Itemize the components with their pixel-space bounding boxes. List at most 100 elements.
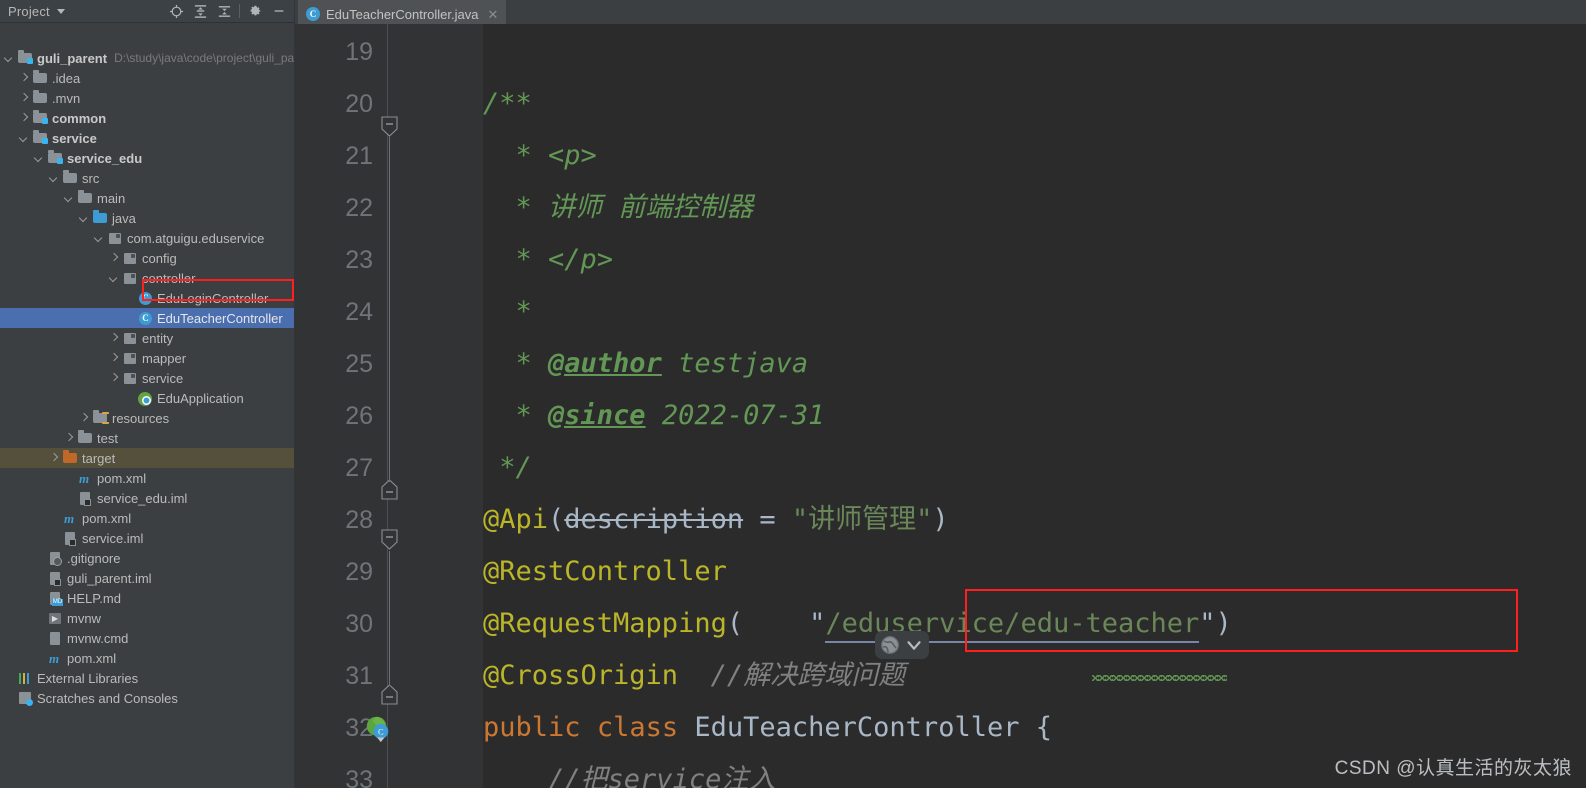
code-line-30[interactable]: @RequestMapping("/eduservice/edu-teacher… xyxy=(483,598,1232,650)
tree-node-label: entity xyxy=(142,330,174,346)
tab-label: EduTeacherController.java xyxy=(326,6,479,22)
tree-node-config[interactable]: config xyxy=(0,248,295,268)
web-url-inlay-hint[interactable] xyxy=(875,631,929,659)
tree-node-label: HELP.md xyxy=(67,590,121,606)
fold-marker-start[interactable] xyxy=(381,529,398,550)
tree-node-common[interactable]: common xyxy=(0,108,295,128)
expand-all-icon[interactable] xyxy=(188,0,212,22)
chevron-down-icon[interactable] xyxy=(19,133,30,144)
tree-node-gitignore[interactable]: .gitignore xyxy=(0,548,295,568)
code-token: 讲师 前端控制器 xyxy=(548,192,754,223)
fold-marker-end[interactable] xyxy=(381,479,398,500)
code-line-20[interactable]: /** xyxy=(483,78,532,130)
tree-node-resources[interactable]: resources xyxy=(0,408,295,428)
tree-node-guli-parent-iml[interactable]: guli_parent.iml xyxy=(0,568,295,588)
code-line-22[interactable]: * 讲师 前端控制器 xyxy=(483,182,754,234)
code-token: = xyxy=(743,504,792,535)
tree-node-edulogincontroller[interactable]: C EduLoginController xyxy=(0,288,295,308)
gutter-divider xyxy=(387,24,388,788)
chevron-right-icon[interactable] xyxy=(79,413,90,424)
project-tree[interactable]: guli_parent D:\study\java\code\project\gu… xyxy=(0,23,295,706)
chevron-down-icon[interactable] xyxy=(79,213,90,224)
tree-node-pom-xml[interactable]: m pom.xml xyxy=(0,648,295,668)
tree-node-test[interactable]: test xyxy=(0,428,295,448)
tree-node-mvnw-cmd[interactable]: mvnw.cmd xyxy=(0,628,295,648)
code-token: testjava xyxy=(661,348,809,379)
chevron-down-icon[interactable] xyxy=(49,173,60,184)
code-token: * xyxy=(515,348,549,379)
chevron-right-icon[interactable] xyxy=(109,333,120,344)
tree-node-eduapplication[interactable]: EduApplication xyxy=(0,388,295,408)
tree-node-external-libraries[interactable]: External Libraries xyxy=(0,668,295,688)
close-icon[interactable]: ✕ xyxy=(487,8,498,21)
hide-tool-window-icon[interactable] xyxy=(267,0,291,22)
code-line-23[interactable]: * </p> xyxy=(483,234,614,286)
tree-node-java[interactable]: java xyxy=(0,208,295,228)
line-number: 25 xyxy=(345,350,373,378)
code-line-24[interactable]: * xyxy=(483,286,532,338)
chevron-right-icon[interactable] xyxy=(49,453,60,464)
tree-node-service-edu-iml[interactable]: service_edu.iml xyxy=(0,488,295,508)
tree-node-pom-xml[interactable]: m pom.xml xyxy=(0,508,295,528)
tree-node-target[interactable]: target xyxy=(0,448,295,468)
tree-node-controller[interactable]: controller xyxy=(0,268,295,288)
settings-gear-icon[interactable] xyxy=(243,0,267,22)
code-token: //解决跨域问题 xyxy=(678,660,906,691)
tree-node-help-md[interactable]: HELP.md xyxy=(0,588,295,608)
tree-node-service-iml[interactable]: service.iml xyxy=(0,528,295,548)
chevron-right-icon[interactable] xyxy=(109,373,120,384)
code-folding-strip[interactable] xyxy=(387,24,483,788)
code-line-29[interactable]: @RestController xyxy=(483,546,727,598)
code-line-28[interactable]: @Api(description = "讲师管理") xyxy=(483,494,949,546)
chevron-right-icon[interactable] xyxy=(64,433,75,444)
chevron-right-icon[interactable] xyxy=(19,93,30,104)
code-line-32[interactable]: public class EduTeacherController { xyxy=(483,702,1052,754)
inspection-squiggle xyxy=(1092,675,1227,681)
select-opened-file-icon[interactable] xyxy=(164,0,188,22)
code-line-31[interactable]: @CrossOrigin //解决跨域问题 xyxy=(483,650,905,702)
tree-node-service[interactable]: service xyxy=(0,368,295,388)
chevron-down-icon[interactable] xyxy=(56,8,65,14)
tree-node-guli-parent[interactable]: guli_parent D:\study\java\code\project\gu… xyxy=(0,48,295,68)
chevron-right-icon[interactable] xyxy=(19,73,30,84)
chevron-down-icon[interactable] xyxy=(34,153,45,164)
project-panel-title[interactable]: Project xyxy=(8,4,50,19)
code-line-27[interactable]: */ xyxy=(483,442,532,494)
code-line-33[interactable]: //把service注入 xyxy=(483,754,775,788)
tree-node-scratches-and-consoles[interactable]: Scratches and Consoles xyxy=(0,688,295,708)
tree-node-com-atguigu-eduservice[interactable]: com.atguigu.eduservice xyxy=(0,228,295,248)
code-line-25[interactable]: * @author testjava xyxy=(483,338,809,390)
chevron-down-icon[interactable] xyxy=(64,193,75,204)
code-editor[interactable]: 19 20 21 22 23 24 25 26 27 28 29 30 31 32 33 /** * <p>… xyxy=(295,24,1586,788)
tree-node-mvn[interactable]: .mvn xyxy=(0,88,295,108)
code-line-21[interactable]: * <p> xyxy=(483,130,597,182)
tree-node-main[interactable]: main xyxy=(0,188,295,208)
tree-node-idea[interactable]: .idea xyxy=(0,68,295,88)
tree-node-mvnw[interactable]: ▶ mvnw xyxy=(0,608,295,628)
chevron-right-icon[interactable] xyxy=(19,113,30,124)
tree-node-eduteachercontroller[interactable]: C EduTeacherController xyxy=(0,308,295,328)
tree-node-entity[interactable]: entity xyxy=(0,328,295,348)
tree-node-pom-xml[interactable]: m pom.xml xyxy=(0,468,295,488)
fold-marker-end[interactable] xyxy=(381,684,398,705)
chevron-right-icon[interactable] xyxy=(109,253,120,264)
chevron-down-icon[interactable] xyxy=(4,53,15,64)
code-line-26[interactable]: * @since 2022-07-31 xyxy=(483,390,825,442)
chevron-right-icon[interactable] xyxy=(109,353,120,364)
tree-node-src[interactable]: src xyxy=(0,168,295,188)
fold-marker-start[interactable] xyxy=(381,116,398,137)
module-folder-icon xyxy=(32,130,48,146)
tree-node-service-edu[interactable]: service_edu xyxy=(0,148,295,168)
tree-node-mapper[interactable]: mapper xyxy=(0,348,295,368)
tab-edu-teacher-controller[interactable]: C EduTeacherController.java ✕ xyxy=(298,0,507,26)
collapse-all-icon[interactable] xyxy=(212,0,236,22)
spring-bean-icon[interactable]: C xyxy=(363,714,393,744)
chevron-down-icon[interactable] xyxy=(94,233,105,244)
code-token: " xyxy=(809,608,826,639)
chevron-down-icon[interactable] xyxy=(109,273,120,284)
tree-node-service[interactable]: service xyxy=(0,128,295,148)
editor-area: C EduTeacherController.java ✕ 19 20 21 22 23… xyxy=(295,0,1586,788)
tree-node-label: common xyxy=(52,110,107,126)
